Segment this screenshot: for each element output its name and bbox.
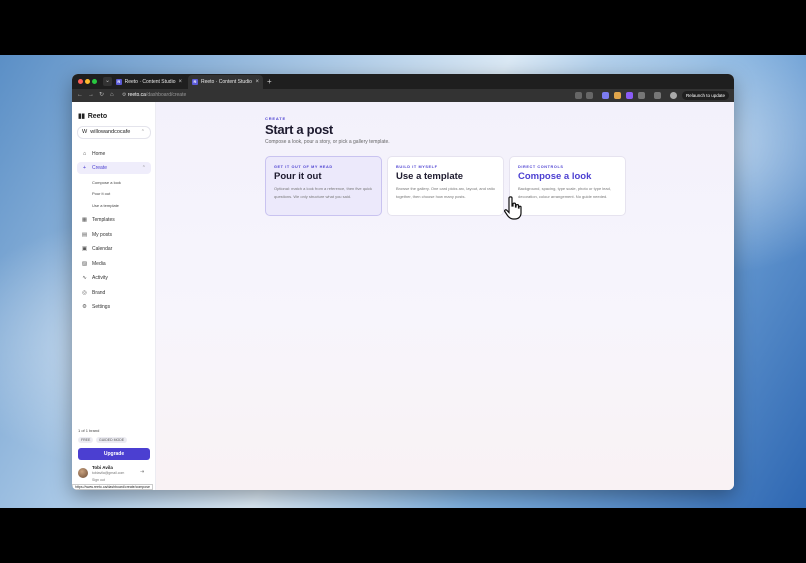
calendar-icon: ▣ [81, 246, 88, 252]
app: ▮▮ Reeto W willowandcocafe ⌃ ⌂ Home + Cr… [72, 102, 734, 490]
reeto-logo-icon: ▮▮ [78, 113, 85, 120]
bookmark-star-icon[interactable] [586, 92, 593, 99]
sidebar-item-activity[interactable]: ∿ Activity [77, 272, 151, 284]
sidebar-subitem-pour[interactable]: Pour it out [92, 191, 110, 196]
sidebar-item-home[interactable]: ⌂ Home [77, 148, 151, 160]
page-subtitle: Compose a look, pour a story, or pick a … [265, 139, 390, 145]
card-title: Compose a look [518, 171, 592, 182]
card-kicker: DIRECT CONTROLS [518, 165, 564, 169]
grid-icon: ▦ [81, 217, 88, 223]
new-tab-icon[interactable]: + [267, 77, 272, 86]
link-preview-status: https://www.reeto.ca/dashboard/create/co… [72, 484, 153, 490]
chevron-up-icon: ⌃ [141, 165, 146, 171]
sidebar-item-media[interactable]: ▨ Media [77, 258, 151, 270]
home-browser-icon[interactable]: ⌂ [110, 91, 114, 100]
close-tab-icon[interactable]: × [255, 79, 259, 85]
sidebar-item-templates[interactable]: ▦ Templates [77, 214, 151, 226]
palette-icon: ◎ [82, 290, 87, 296]
browser-toolbar: ← → ↻ ⌂ ⚙ reeto.ca/dashboard/create Rela… [72, 89, 734, 102]
sign-out-link[interactable]: Sign out [92, 478, 105, 482]
cast-icon[interactable] [575, 92, 582, 99]
brand[interactable]: ▮▮ Reeto [78, 112, 108, 121]
sidebar-item-label: Settings [92, 304, 111, 310]
url-path: /dashboard/create [145, 92, 187, 98]
workspace-switcher[interactable]: W willowandcocafe ⌃ [77, 126, 151, 139]
sidebar-item-create[interactable]: + Create ⌃ [77, 162, 151, 174]
address-bar[interactable]: ⚙ reeto.ca/dashboard/create [122, 91, 572, 100]
reeto-favicon-icon: R [192, 79, 198, 85]
sidebar: ▮▮ Reeto W willowandcocafe ⌃ ⌂ Home + Cr… [72, 102, 156, 490]
tab-bar: ⌄ R Reeto · Content Studio × R Reeto · C… [72, 74, 734, 89]
sidebar-subitem-compose[interactable]: Compose a look [92, 180, 121, 185]
workspace-initial: W [82, 129, 88, 135]
card-description: Background, spacing, type scale, photo o… [518, 186, 611, 199]
extension-icon[interactable] [602, 92, 609, 99]
image-icon: ▨ [81, 261, 88, 267]
card-description: Browse the gallery. One card picks arc, … [396, 186, 495, 199]
browser-window: ⌄ R Reeto · Content Studio × R Reeto · C… [72, 74, 734, 490]
back-icon[interactable]: ← [77, 91, 83, 100]
card-description: Optional: match a look from a reference,… [274, 186, 373, 199]
relaunch-button[interactable]: Relaunch to update [682, 91, 729, 100]
sidebar-item-brand[interactable]: ◎ Brand [77, 287, 151, 299]
sidebar-item-label: Calendar [92, 246, 113, 252]
close-tab-icon[interactable]: × [178, 79, 182, 85]
tab-reeto-2[interactable]: R Reeto · Content Studio × [188, 75, 263, 89]
sidebar-item-label: Home [92, 151, 106, 157]
sidebar-item-label: Create [92, 165, 108, 171]
close-window-icon[interactable] [78, 79, 83, 84]
card-kicker: GET IT OUT OF MY HEAD [274, 165, 333, 169]
card-compose-a-look[interactable]: DIRECT CONTROLS Compose a look Backgroun… [509, 156, 626, 216]
extension-icon[interactable] [614, 92, 621, 99]
sidebar-item-my-posts[interactable]: ▤ My posts [77, 229, 151, 241]
page-eyebrow: CREATE [265, 116, 286, 121]
sidebar-subitem-template[interactable]: Use a template [92, 203, 119, 208]
activity-icon: ∿ [82, 275, 87, 281]
tab-search-icon[interactable]: ⌄ [103, 77, 112, 86]
sidebar-item-label: Templates [92, 217, 115, 223]
extension-icon[interactable] [626, 92, 633, 99]
tab-title: Reeto · Content Studio [201, 79, 252, 85]
gear-icon: ⚙ [82, 304, 87, 310]
upgrade-button[interactable]: Upgrade [78, 448, 150, 460]
home-icon: ⌂ [82, 151, 87, 157]
sidebar-item-label: Activity [92, 275, 108, 281]
logout-icon[interactable]: ⇥ [140, 469, 144, 475]
plus-icon: + [82, 165, 87, 171]
user-name: Tobi Avila [92, 465, 113, 470]
card-title: Pour it out [274, 171, 322, 182]
page-title: Start a post [265, 122, 333, 137]
sidebar-item-settings[interactable]: ⚙ Settings [77, 301, 151, 313]
extensions-puzzle-icon[interactable] [638, 92, 645, 99]
tab-reeto-1[interactable]: R Reeto · Content Studio × [112, 75, 186, 89]
reeto-favicon-icon: R [116, 79, 122, 85]
chevron-updown-icon: ⌃ [140, 129, 145, 135]
forward-icon[interactable]: → [88, 91, 94, 100]
card-title: Use a template [396, 171, 464, 182]
sidebar-item-label: Media [92, 261, 106, 267]
reload-icon[interactable]: ↻ [99, 91, 104, 100]
main-content: CREATE Start a post Compose a look, pour… [156, 102, 734, 490]
sidebar-item-label: My posts [92, 232, 113, 238]
plan-badge: FREE [78, 437, 94, 443]
maximize-window-icon[interactable] [92, 79, 97, 84]
card-use-a-template[interactable]: BUILD IT MYSELF Use a template Browse th… [387, 156, 504, 216]
plan-usage: 1 of 1 brand [78, 428, 100, 433]
file-icon: ▤ [81, 232, 88, 238]
mode-badge: GUIDED MODE [96, 437, 128, 443]
sidebar-item-label: Brand [92, 290, 106, 296]
tab-title: Reeto · Content Studio [124, 79, 176, 85]
card-kicker: BUILD IT MYSELF [396, 165, 438, 169]
workspace-name: willowandcocafe [90, 129, 131, 135]
sidebar-item-calendar[interactable]: ▣ Calendar [77, 243, 151, 255]
card-pour-it-out[interactable]: GET IT OUT OF MY HEAD Pour it out Option… [265, 156, 382, 216]
profile-avatar-icon[interactable] [670, 92, 677, 99]
minimize-window-icon[interactable] [85, 79, 90, 84]
avatar[interactable] [78, 468, 88, 478]
sidepanel-icon[interactable] [654, 92, 661, 99]
user-email: tobiavila@gmail.com [92, 471, 125, 475]
url-host: reeto.ca [127, 92, 146, 98]
brand-name: Reeto [87, 112, 108, 120]
hand-pointer-cursor-icon [504, 196, 522, 220]
